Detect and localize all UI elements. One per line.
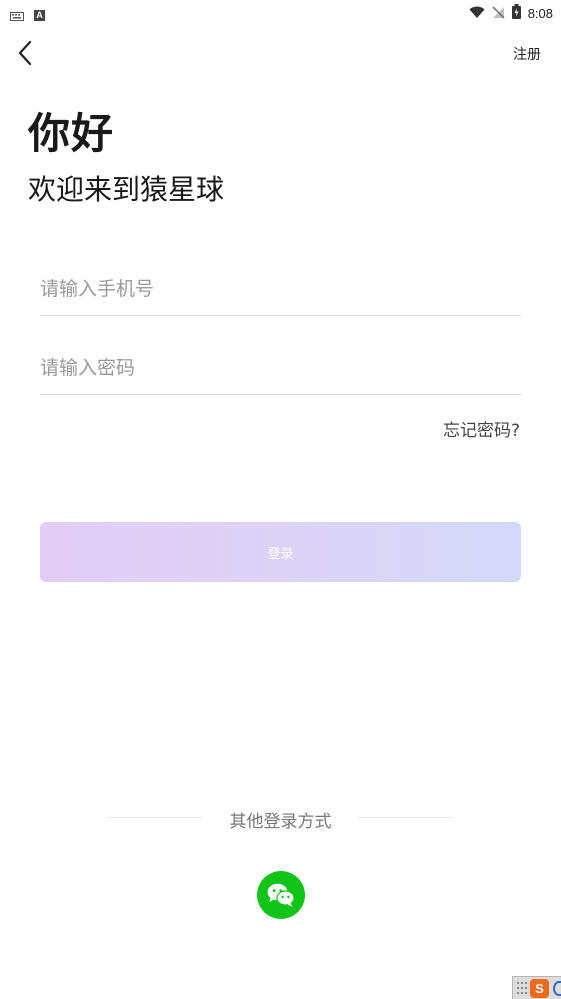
nav-bar: 注册	[0, 32, 561, 76]
no-signal-icon	[492, 4, 505, 23]
divider-line-right	[358, 817, 454, 818]
wechat-login-button[interactable]	[257, 871, 305, 919]
other-login-divider: 其他登录方式	[0, 806, 561, 832]
status-time: 8:08	[527, 6, 553, 21]
register-link[interactable]: 注册	[513, 44, 541, 64]
keyboard-icon	[10, 6, 24, 25]
password-input[interactable]	[40, 341, 521, 394]
sogou-icon: S	[530, 979, 549, 998]
ime-tray[interactable]: S	[512, 976, 561, 999]
other-login-label: 其他登录方式	[229, 812, 332, 832]
status-bar: A 8:08	[0, 0, 561, 24]
battery-charging-icon	[511, 4, 521, 23]
wifi-icon	[469, 4, 485, 23]
globe-icon	[553, 981, 561, 996]
forgot-password-link[interactable]: 忘记密码?	[443, 416, 520, 441]
phone-field	[40, 262, 521, 316]
password-field	[40, 341, 521, 395]
keyboard-grid-icon	[517, 982, 527, 994]
phone-input[interactable]	[40, 262, 521, 315]
page-subtitle: 欢迎来到猿星球	[28, 173, 225, 206]
page-title: 你好	[28, 109, 115, 158]
login-button[interactable]: 登录	[40, 522, 521, 582]
status-right: 8:08	[469, 4, 553, 23]
back-button[interactable]	[14, 38, 40, 68]
status-left: A	[10, 6, 45, 25]
wechat-icon	[267, 883, 295, 907]
ime-a-icon: A	[34, 10, 45, 21]
chevron-left-icon	[18, 40, 32, 66]
